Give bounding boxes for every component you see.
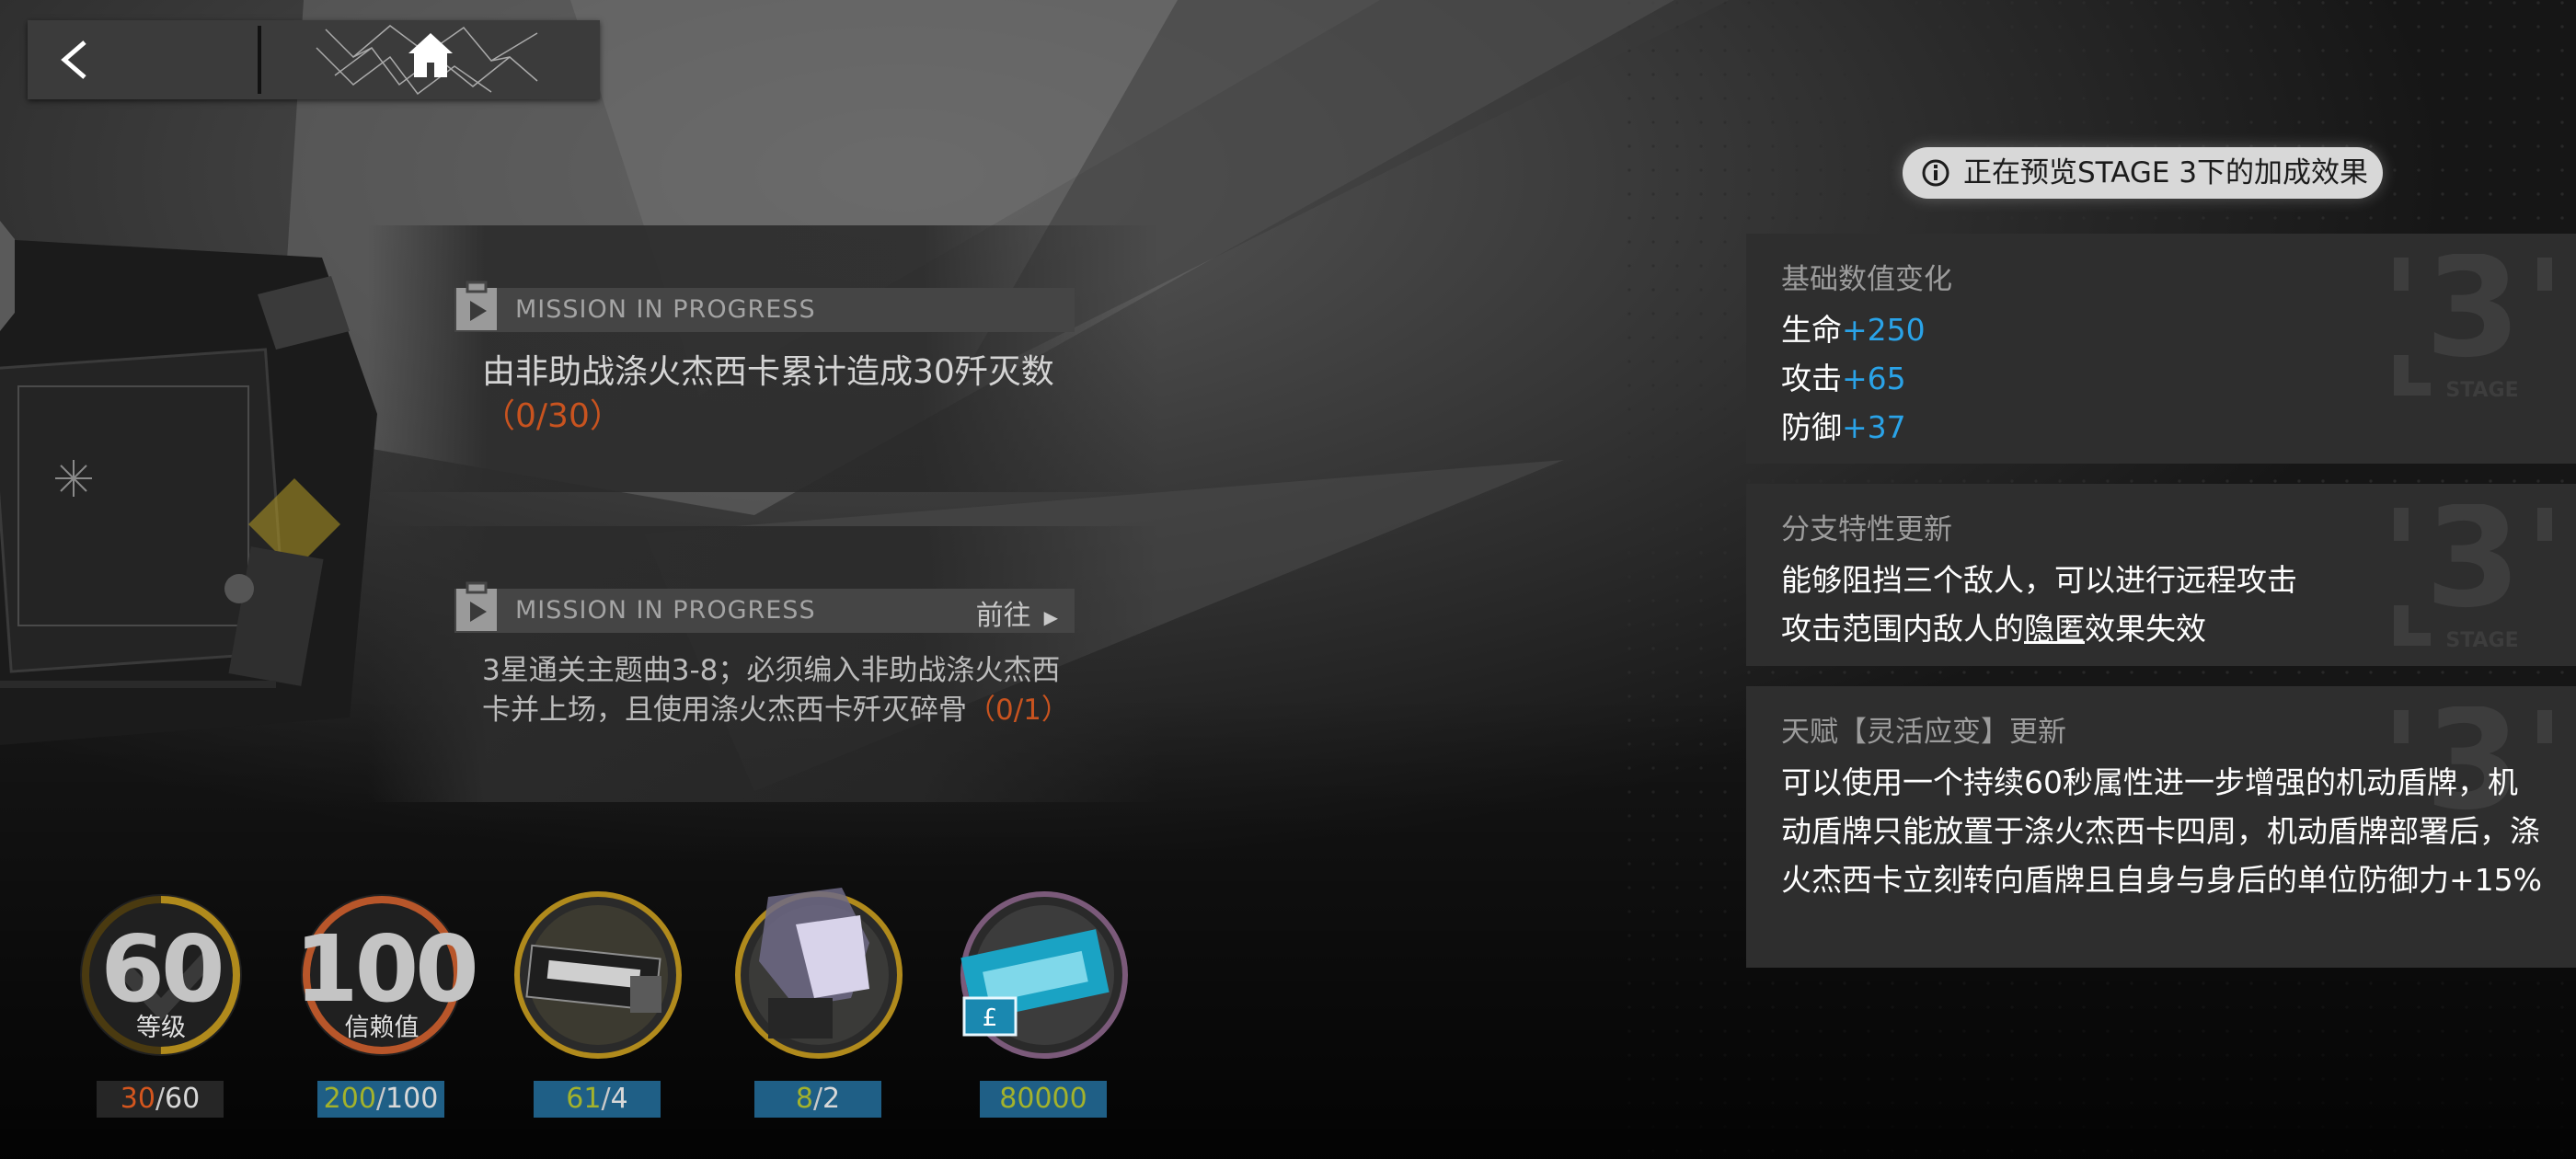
card-title: 分支特性更新 [1781,513,1952,546]
module-material-sep: / [812,1083,823,1115]
mission-header: MISSION IN PROGRESS 前往 ▶ [454,581,1075,633]
level-label: 等级 [136,1014,186,1042]
mission-progress: （0/1） [967,694,1070,727]
module-material-icon [735,888,903,1059]
def-label: 防御 [1781,409,1842,445]
stat-skill-material[interactable]: 61/4 [511,888,685,1118]
module-material-current: 8 [795,1083,813,1115]
card-body: 生命+250 攻击+65 防御+37 [1781,305,2545,452]
base-stats-card: 3 STAGE 基础数值变化 生命+250 攻击+65 防御+37 [1746,234,2576,464]
trust-max: 100 [385,1083,439,1115]
module-material-required: 2 [822,1083,841,1115]
goto-button[interactable]: 前往 ▶ [976,592,1058,633]
talent-card: 3 天赋【灵活应变】更新 可以使用一个持续60秒属性进一步增强的机动盾牌，机动盾… [1746,686,2576,968]
play-arrow-icon: ▶ [1043,605,1058,628]
trait-line-2-post: 效果失效 [2085,611,2206,647]
skill-material-icon [514,891,682,1059]
stat-level[interactable]: 60 等级 30/60 [74,888,248,1118]
atk-label: 攻击 [1781,361,1842,396]
skill-material-current: 61 [566,1083,602,1115]
back-button[interactable] [28,20,258,99]
module-material-value: 8/2 [754,1081,881,1118]
clipboard-icon [456,581,497,631]
mission-text: 由非助战涤火杰西卡累计造成30歼灭数 [482,353,1054,391]
hp-row: 生命+250 [1781,305,2545,354]
svg-text:£: £ [983,1004,998,1032]
trust-sep: / [375,1083,386,1115]
mission-description: 由非助战涤火杰西卡累计造成30歼灭数 （0/30） [482,350,1071,439]
trait-line-1: 能够阻挡三个敌人，可以进行远程攻击 [1781,562,2297,598]
card-body: 能够阻挡三个敌人，可以进行远程攻击 攻击范围内敌人的隐匿效果失效 [1781,556,2545,653]
info-icon [1922,159,1949,187]
hp-value: +250 [1842,312,1926,348]
trait-line-2: 攻击范围内敌人的隐匿效果失效 [1781,604,2545,653]
level-current: 30 [120,1083,155,1115]
skill-material-required: 4 [610,1083,628,1115]
voucher-count: 80000 [999,1083,1087,1115]
mission-status: MISSION IN PROGRESS [515,295,816,324]
mission-description: 3星通关主题曲3-8；必须编入非助战涤火杰西卡并上场，且使用涤火杰西卡歼灭碎骨（… [482,651,1071,730]
level-sep: / [155,1083,166,1115]
voucher-value: 80000 [980,1081,1107,1118]
level-value: 30/60 [97,1081,224,1118]
top-nav-bar [28,20,600,99]
operator-portrait [0,221,377,745]
skill-material-sep: / [601,1083,611,1115]
def-value: +37 [1842,409,1906,445]
trust-current: 200 [323,1083,376,1115]
skill-material-value: 61/4 [534,1081,661,1118]
card-title: 基础数值变化 [1781,263,1952,296]
preview-text: 正在预览STAGE 3下的加成效果 [1963,156,2369,189]
level-max: 60 [165,1083,201,1115]
branch-trait-card: 3 STAGE 分支特性更新 能够阻挡三个敌人，可以进行远程攻击 攻击范围内敌人… [1746,484,2576,666]
home-button[interactable] [261,20,600,99]
goto-label: 前往 [975,600,1031,632]
chevron-left-icon [61,40,86,79]
def-row: 防御+37 [1781,403,2545,452]
camouflage-term[interactable]: 隐匿 [2024,611,2085,647]
home-icon [316,25,538,96]
atk-row: 攻击+65 [1781,354,2545,403]
stage-preview-badge: 正在预览STAGE 3下的加成效果 [1903,147,2383,199]
trust-label: 信赖值 [344,1014,420,1042]
mission-header: MISSION IN PROGRESS [454,281,1075,332]
atk-value: +65 [1842,361,1906,396]
stat-trust[interactable]: 100 信赖值 200/100 [294,888,479,1118]
mission-panel-1: MISSION IN PROGRESS 由非助战涤火杰西卡累计造成30歼灭数 （0… [368,225,1159,492]
hp-label: 生命 [1781,312,1842,348]
stat-module-material[interactable]: 8/2 [731,888,906,1118]
stat-voucher[interactable]: £ 80000 [957,888,1132,1118]
card-title: 天赋【灵活应变】更新 [1781,716,2066,749]
trust-value: 200/100 [317,1081,444,1118]
mission-panel-2: MISSION IN PROGRESS 前往 ▶ 3星通关主题曲3-8；必须编入非… [368,526,1159,802]
talent-description: 可以使用一个持续60秒属性进一步增强的机动盾牌，机动盾牌只能放置于涤火杰西卡四周… [1781,764,2542,898]
trait-line-2-pre: 攻击范围内敌人的 [1781,611,2024,647]
mission-status: MISSION IN PROGRESS [515,596,816,625]
clipboard-icon [456,281,497,330]
voucher-icon: £ [960,891,1128,1059]
mission-progress: （0/30） [482,397,623,435]
